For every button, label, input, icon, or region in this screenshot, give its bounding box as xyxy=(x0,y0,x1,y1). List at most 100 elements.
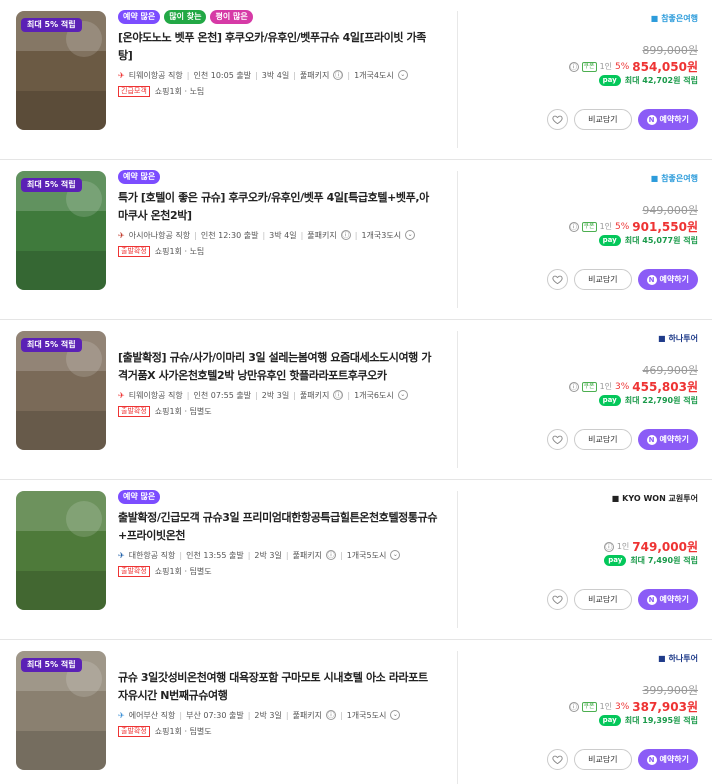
product-card[interactable]: 최대 5% 적립 규슈 3일갓성비온천여행 대욕장포함 구마모토 시내호텔 아소… xyxy=(0,640,712,784)
agency-name: 하나투어 xyxy=(668,333,698,343)
divider xyxy=(457,171,458,308)
departure-time: 인천 07:55 출발 xyxy=(193,390,252,400)
product-card[interactable]: 최대 5% 적립 예약 많은 특가 [호텔이 좋은 규슈] 후쿠오카/유후인/벳… xyxy=(0,160,712,320)
sale-price: 901,550원 xyxy=(632,220,698,234)
price-panel: ■ 하나투어 469,900원 ⓘ 쿠폰 1인 3% 455,803원 pay … xyxy=(470,320,700,480)
info-icon[interactable]: ⓘ xyxy=(340,230,351,240)
book-button[interactable]: N 예약하기 xyxy=(637,109,698,130)
info-icon[interactable]: ⓘ xyxy=(326,550,337,560)
wishlist-button[interactable] xyxy=(547,429,569,450)
flight-meta: ✈ 티웨이항공 직항 | 인천 10:05 출발 | 3박 4일 | 풀패키지 … xyxy=(118,68,438,82)
book-label: 예약하기 xyxy=(659,755,689,764)
info-icon[interactable]: ⓘ xyxy=(568,221,579,232)
product-title[interactable]: [온야도노노 벳푸 온천] 후쿠오카/유후인/벳푸규슈 4일[프라이빗 가족탕] xyxy=(118,29,438,65)
product-thumbnail[interactable]: 최대 5% 적립 xyxy=(16,11,106,130)
chevron-down-icon[interactable]: ⌄ xyxy=(390,550,401,560)
product-thumbnail[interactable]: 최대 5% 적립 xyxy=(16,171,106,290)
wishlist-button[interactable] xyxy=(547,109,569,130)
region-count: 1개국3도시 xyxy=(361,230,402,240)
compare-button[interactable]: 비교담기 xyxy=(574,109,632,130)
tag-list: 예약 많은 xyxy=(118,170,438,184)
airline-name: 티웨이항공 직항 xyxy=(128,390,183,400)
agency-name: 참좋은여행 xyxy=(661,13,698,23)
product-title[interactable]: 규슈 3일갓성비온천여행 대욕장포함 구마모토 시내호텔 아소 라라포트 자유시… xyxy=(118,669,438,705)
chevron-down-icon[interactable]: ⌄ xyxy=(390,710,401,720)
info-icon[interactable]: ⓘ xyxy=(333,390,344,400)
trip-duration: 3박 4일 xyxy=(261,70,290,80)
compare-button[interactable]: 비교담기 xyxy=(574,749,632,770)
agency-logo[interactable]: ■ 하나투어 xyxy=(658,330,698,346)
agency-name: KYO WON 교원투어 xyxy=(622,493,698,503)
package-type: 풀패키지 xyxy=(307,230,337,240)
product-card[interactable]: 예약 많은 출발확정/긴급모객 규슈3일 프리미엄대한항공특급힐튼온천호텔정통규… xyxy=(0,480,712,640)
book-button[interactable]: N 예약하기 xyxy=(637,429,698,450)
compare-button[interactable]: 비교담기 xyxy=(574,429,632,450)
wishlist-button[interactable] xyxy=(547,749,569,770)
product-thumbnail[interactable]: 최대 5% 적립 xyxy=(16,651,106,770)
region-count: 1개국6도시 xyxy=(354,390,394,400)
product-title[interactable]: [출발확정] 규슈/사가/이마리 3일 설레는봄여행 요즘대세소도시여행 가격거… xyxy=(118,349,438,385)
tag-badge: 평이 많은 xyxy=(210,10,253,24)
agency-icon: ■ xyxy=(611,493,620,503)
package-type: 풀패키지 xyxy=(299,70,330,80)
product-info: 예약 많은 특가 [호텔이 좋은 규슈] 후쿠오카/유후인/벳푸 4일[특급호텔… xyxy=(118,170,438,257)
product-thumbnail[interactable]: 최대 5% 적립 xyxy=(16,331,106,450)
package-type: 풀패키지 xyxy=(292,710,323,720)
sale-price: 455,803원 xyxy=(632,380,698,394)
npay-icon: pay xyxy=(598,715,621,726)
book-button[interactable]: N 예약하기 xyxy=(637,589,698,610)
naver-icon: N xyxy=(646,594,657,605)
points-text: 최대 19,395원 적립 xyxy=(624,716,698,725)
naver-icon: N xyxy=(646,114,657,125)
flight-meta: ✈ 아시아나항공 직항 | 인천 12:30 출발 | 3박 4일 | 풀패키지… xyxy=(118,228,438,242)
product-info: 예약 많은 출발확정/긴급모객 규슈3일 프리미엄대한항공특급힐튼온천호텔정통규… xyxy=(118,490,438,577)
point-badge: 최대 5% 적립 xyxy=(21,658,82,672)
product-title[interactable]: 특가 [호텔이 좋은 규슈] 후쿠오카/유후인/벳푸 4일[특급호텔+벳푸,아마… xyxy=(118,189,438,225)
flight-meta: ✈ 티웨이항공 직항 | 인천 07:55 출발 | 2박 3일 | 풀패키지 … xyxy=(118,388,438,402)
book-button[interactable]: N 예약하기 xyxy=(637,749,698,770)
region-count: 1개국5도시 xyxy=(346,710,387,720)
airline-icon: ✈ xyxy=(118,390,125,400)
info-icon[interactable]: ⓘ xyxy=(568,701,579,712)
chevron-down-icon[interactable]: ⌄ xyxy=(405,230,416,240)
product-card[interactable]: 최대 5% 적립 [출발확정] 규슈/사가/이마리 3일 설레는봄여행 요즘대세… xyxy=(0,320,712,480)
trip-duration: 2박 3일 xyxy=(261,390,290,400)
info-icon[interactable]: ⓘ xyxy=(603,541,614,552)
compare-button[interactable]: 비교담기 xyxy=(574,269,632,290)
product-title[interactable]: 출발확정/긴급모객 규슈3일 프리미엄대한항공특급힐튼온천호텔정통규슈+프라이빗… xyxy=(118,509,438,545)
product-card[interactable]: 최대 5% 적립 예약 많은 많이 찾는 평이 많은 [온야도노노 벳푸 온천] 후… xyxy=(0,0,712,160)
point-badge: 최대 5% 적립 xyxy=(21,18,82,32)
action-buttons: 비교담기 N 예약하기 xyxy=(547,749,698,770)
sale-price: 387,903원 xyxy=(632,700,698,714)
agency-logo[interactable]: ■ 하나투어 xyxy=(658,650,698,666)
agency-logo[interactable]: ■ 참좋은여행 xyxy=(651,10,698,26)
chevron-down-icon[interactable]: ⌄ xyxy=(397,390,408,400)
compare-button[interactable]: 비교담기 xyxy=(574,589,632,610)
product-thumbnail[interactable] xyxy=(16,491,106,610)
info-icon[interactable]: ⓘ xyxy=(568,61,579,72)
sale-price: 749,000원 xyxy=(632,540,698,554)
npay-icon: pay xyxy=(598,235,621,246)
chevron-down-icon[interactable]: ⌄ xyxy=(397,70,408,80)
agency-logo[interactable]: ■ 참좋은여행 xyxy=(651,170,698,186)
info-icon[interactable]: ⓘ xyxy=(326,710,337,720)
status-badge: 긴급모객 xyxy=(118,85,150,97)
book-button[interactable]: N 예약하기 xyxy=(637,269,698,290)
agency-icon: ■ xyxy=(657,653,666,663)
status-badge: 출발확정 xyxy=(118,405,150,417)
product-sub-info: 출발확정 쇼핑1회 · 팁별도 xyxy=(118,565,438,577)
flight-meta: ✈ 에어부산 직항 | 부산 07:30 출발 | 2박 3일 | 풀패키지 ⓘ… xyxy=(118,708,438,722)
points-text: 최대 45,077원 적립 xyxy=(624,236,698,245)
info-icon[interactable]: ⓘ xyxy=(568,381,579,392)
wishlist-button[interactable] xyxy=(547,589,569,610)
heart-icon xyxy=(552,595,563,605)
agency-logo[interactable]: ■ KYO WON 교원투어 xyxy=(612,490,698,506)
info-icon[interactable]: ⓘ xyxy=(333,70,344,80)
point-badge: 최대 5% 적립 xyxy=(21,178,82,192)
airline-icon: ✈ xyxy=(118,70,125,80)
wishlist-button[interactable] xyxy=(547,269,569,290)
original-price: 469,900원 xyxy=(642,364,698,377)
original-price: 399,900원 xyxy=(642,684,698,697)
tag-list: 예약 많은 많이 찾는 평이 많은 xyxy=(118,10,438,24)
status-badge: 출발확정 xyxy=(118,725,150,737)
